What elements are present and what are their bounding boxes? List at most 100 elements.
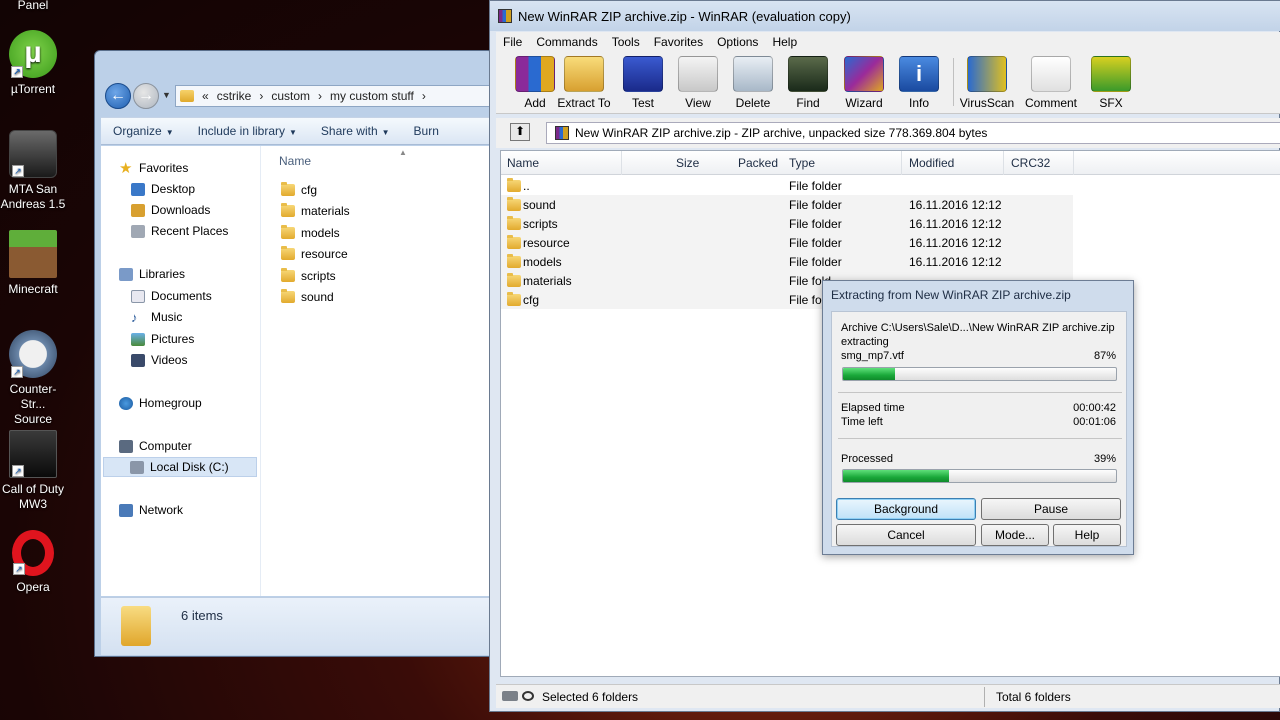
nav-label: Homegroup	[139, 396, 202, 410]
breadcrumb-cstrike[interactable]: cstrike	[217, 89, 252, 103]
pause-button[interactable]: Pause	[981, 498, 1121, 520]
nav-desktop[interactable]: Desktop	[131, 179, 195, 199]
help-button[interactable]: Help	[1053, 524, 1121, 546]
nav-local-disk[interactable]: Local Disk (C:)	[103, 457, 257, 477]
row-name: sound	[523, 198, 556, 212]
file-row-models[interactable]: models	[281, 223, 340, 243]
breadcrumb-chevron-icon[interactable]: ›	[318, 89, 322, 103]
table-row[interactable]: scripts File folder 16.11.2016 12:12	[501, 214, 1073, 233]
status-total: Total 6 folders	[996, 690, 1071, 704]
winrar-title-bar[interactable]: New WinRAR ZIP archive.zip - WinRAR (eva…	[490, 1, 1280, 31]
extracting-dialog[interactable]: Extracting from New WinRAR ZIP archive.z…	[822, 280, 1134, 555]
share-with-button[interactable]: Share with ▼	[309, 124, 402, 138]
folder-icon	[507, 292, 521, 306]
extract-to-button[interactable]: Extract To	[555, 56, 613, 110]
archive-path-field[interactable]: New WinRAR ZIP archive.zip - ZIP archive…	[546, 122, 1280, 144]
view-button[interactable]: View	[669, 56, 727, 110]
table-row[interactable]: .. File folder	[501, 176, 1073, 195]
nav-homegroup[interactable]: Homegroup	[119, 393, 202, 413]
nav-label: Documents	[151, 289, 212, 303]
recent-pages-dropdown[interactable]: ▼	[162, 90, 171, 100]
column-header-crc32[interactable]: CRC32	[1011, 156, 1050, 170]
menu-tools[interactable]: Tools	[605, 35, 647, 49]
drive-icon[interactable]	[502, 691, 518, 701]
desktop-icon-minecraft[interactable]: Minecraft	[0, 230, 66, 297]
table-row[interactable]: models File folder 16.11.2016 12:12	[501, 252, 1073, 271]
column-separator[interactable]	[621, 151, 622, 175]
nav-recent-places[interactable]: Recent Places	[131, 221, 228, 241]
breadcrumb-chevron-icon[interactable]: ›	[259, 89, 263, 103]
breadcrumb-custom[interactable]: custom	[271, 89, 310, 103]
folder-icon	[281, 246, 295, 260]
menu-help[interactable]: Help	[765, 35, 804, 49]
folder-icon	[507, 178, 521, 192]
nav-label: Local Disk (C:)	[150, 460, 229, 474]
mode-button[interactable]: Mode...	[981, 524, 1049, 546]
comment-button[interactable]: Comment	[1022, 56, 1080, 110]
up-one-level-button[interactable]: ⬆	[510, 123, 530, 141]
breadcrumb-prefix[interactable]: «	[202, 89, 209, 103]
cancel-button[interactable]: Cancel	[836, 524, 976, 546]
processed-percent: 39%	[1093, 453, 1116, 465]
desktop-icon-mta[interactable]: ↗ MTA San Andreas 1.5	[0, 130, 66, 212]
breadcrumb-chevron-icon[interactable]: ›	[422, 89, 426, 103]
test-button[interactable]: Test	[614, 56, 672, 110]
nav-network[interactable]: Network	[119, 500, 183, 520]
table-row[interactable]: resource File folder 16.11.2016 12:12	[501, 233, 1073, 252]
row-modified: 16.11.2016 12:12	[909, 236, 1002, 250]
file-name: materials	[301, 204, 350, 218]
nav-videos[interactable]: Videos	[131, 350, 187, 370]
desktop-icon-call-of-duty[interactable]: ↗ Call of Duty MW3	[0, 430, 66, 512]
column-separator[interactable]	[901, 151, 902, 175]
nav-music[interactable]: ♪ Music	[131, 307, 182, 327]
column-separator[interactable]	[1003, 151, 1004, 175]
find-button[interactable]: Find	[779, 56, 837, 110]
breadcrumb-my-custom-stuff[interactable]: my custom stuff	[330, 89, 414, 103]
key-icon[interactable]	[522, 691, 534, 701]
sfx-button[interactable]: SFX	[1082, 56, 1140, 110]
desktop-icon-counter-strike[interactable]: ↗ Counter-Str... Source	[0, 330, 66, 427]
nav-documents[interactable]: Documents	[131, 286, 212, 306]
menu-commands[interactable]: Commands	[529, 35, 604, 49]
include-in-library-button[interactable]: Include in library ▼	[186, 124, 309, 138]
menu-favorites[interactable]: Favorites	[647, 35, 710, 49]
nav-computer[interactable]: Computer	[119, 436, 192, 456]
menu-file[interactable]: File	[496, 35, 529, 49]
list-header: Name Size Packed Type Modified CRC32	[501, 151, 1280, 175]
menu-options[interactable]: Options	[710, 35, 765, 49]
explorer-window[interactable]: ← → ▼ « cstrike › custom › my custom stu…	[94, 50, 494, 657]
column-header-name[interactable]: Name	[279, 154, 311, 168]
star-icon: ★	[119, 159, 133, 177]
file-row-cfg[interactable]: cfg	[281, 180, 317, 200]
desktop-icon-opera[interactable]: ↗ Opera	[0, 530, 66, 595]
column-header-name[interactable]: Name	[507, 156, 539, 170]
file-row-materials[interactable]: materials	[281, 201, 350, 221]
burn-button[interactable]: Burn	[402, 124, 451, 138]
column-header-packed[interactable]: Packed	[738, 156, 778, 170]
back-button[interactable]: ←	[105, 83, 131, 109]
column-separator[interactable]	[1073, 151, 1074, 175]
folder-icon	[507, 273, 521, 287]
file-row-scripts[interactable]: scripts	[281, 266, 336, 286]
column-header-modified[interactable]: Modified	[909, 156, 954, 170]
desktop-icon-utorrent[interactable]: µ ↗ µTorrent	[0, 30, 66, 97]
nav-favorites[interactable]: ★ Favorites	[119, 158, 188, 178]
table-row[interactable]: sound File folder 16.11.2016 12:12	[501, 195, 1073, 214]
column-header-type[interactable]: Type	[789, 156, 815, 170]
delete-button[interactable]: Delete	[724, 56, 782, 110]
file-row-resource[interactable]: resource	[281, 244, 348, 264]
address-bar[interactable]: « cstrike › custom › my custom stuff ›	[175, 85, 491, 107]
folder-icon	[180, 90, 194, 102]
column-header-size[interactable]: Size	[676, 156, 699, 170]
file-progress-bar	[842, 367, 1117, 381]
nav-downloads[interactable]: Downloads	[131, 200, 210, 220]
info-button[interactable]: i Info	[890, 56, 948, 110]
background-button[interactable]: Background	[836, 498, 976, 520]
virusscan-button[interactable]: VirusScan	[958, 56, 1016, 110]
organize-button[interactable]: Organize ▼	[101, 124, 186, 138]
nav-libraries[interactable]: Libraries	[119, 264, 185, 284]
file-row-sound[interactable]: sound	[281, 287, 334, 307]
nav-pictures[interactable]: Pictures	[131, 329, 194, 349]
forward-button[interactable]: →	[133, 83, 159, 109]
wizard-button[interactable]: Wizard	[835, 56, 893, 110]
